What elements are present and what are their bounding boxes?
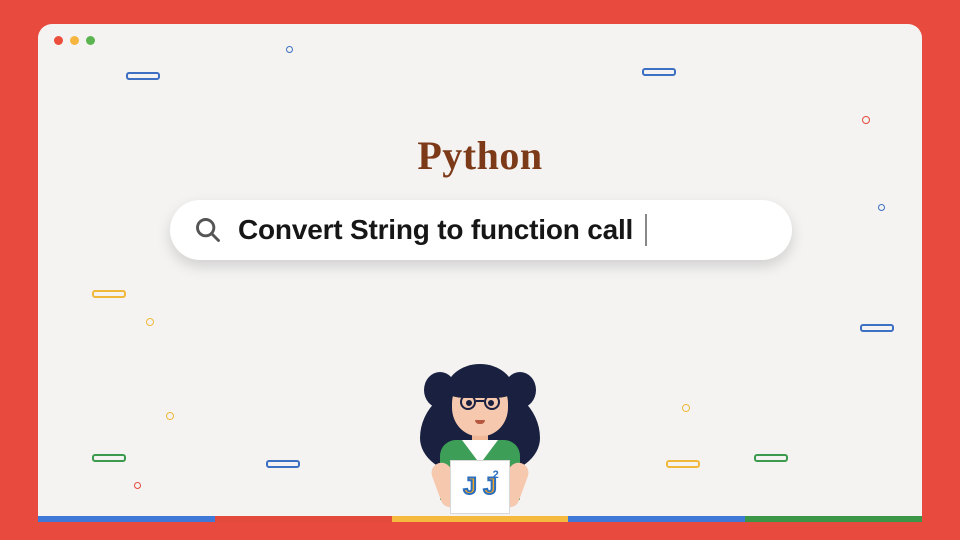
girl-illustration: J J 2 — [390, 344, 570, 516]
browser-window: Python Convert String to function call — [38, 24, 922, 522]
deco-pill — [754, 454, 788, 462]
text-cursor — [645, 214, 647, 246]
deco-pill — [92, 454, 126, 462]
deco-ring — [862, 116, 870, 124]
minimize-icon[interactable] — [70, 36, 79, 45]
search-bar[interactable]: Convert String to function call — [170, 200, 792, 260]
logo-superscript: 2 — [493, 469, 499, 481]
bottom-stripe — [38, 516, 922, 522]
page-title: Python — [38, 132, 922, 179]
search-input-text: Convert String to function call — [238, 214, 633, 246]
deco-ring — [134, 482, 141, 489]
logo-text: J J 2 — [463, 473, 496, 501]
deco-ring — [878, 204, 885, 211]
deco-pill — [266, 460, 300, 468]
window-controls — [54, 36, 95, 45]
deco-pill — [666, 460, 700, 468]
deco-pill — [126, 72, 160, 80]
deco-ring — [682, 404, 690, 412]
close-icon[interactable] — [54, 36, 63, 45]
deco-ring — [146, 318, 154, 326]
deco-ring — [166, 412, 174, 420]
logo-card: J J 2 — [450, 460, 510, 514]
search-icon — [192, 214, 224, 246]
deco-pill — [860, 324, 894, 332]
deco-pill — [92, 290, 126, 298]
deco-ring — [286, 46, 293, 53]
deco-pill — [642, 68, 676, 76]
maximize-icon[interactable] — [86, 36, 95, 45]
